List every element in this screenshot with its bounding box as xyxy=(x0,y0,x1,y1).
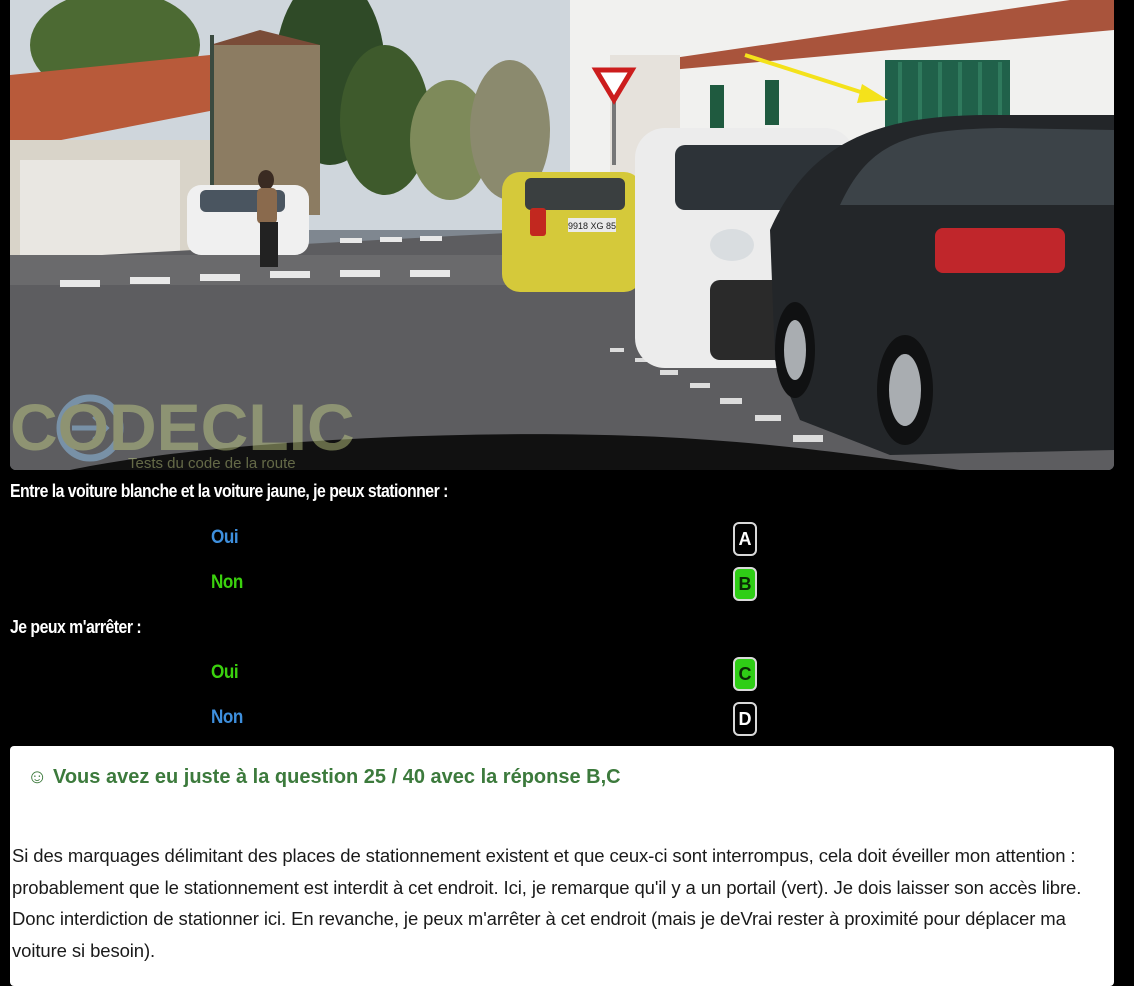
street-scene-image: 9918 XG 85 CODECLIC Tests du code de la … xyxy=(10,0,1114,470)
result-headline: ☺ Vous avez eu juste à la question 25 / … xyxy=(27,766,621,788)
answer-button-d[interactable]: D xyxy=(733,702,757,736)
watermark-tagline: Tests du code de la route xyxy=(128,455,296,470)
codeclic-watermark: CODECLIC Tests du code de la route xyxy=(10,390,355,470)
answer-button-a[interactable]: A xyxy=(733,522,757,556)
question-2-text: Je peux m'arrêter : xyxy=(10,617,142,637)
result-explanation: Si des marquages délimitant des places d… xyxy=(12,845,1082,961)
answer-label-c[interactable]: Oui xyxy=(211,662,239,684)
answer-button-b[interactable]: B xyxy=(733,567,757,601)
result-panel: ☺ Vous avez eu juste à la question 25 / … xyxy=(10,746,1114,986)
answer-label-b[interactable]: Non xyxy=(211,572,243,594)
question-photo: 9918 XG 85 CODECLIC Tests du code de la … xyxy=(10,0,1114,470)
question-1-text: Entre la voiture blanche et la voiture j… xyxy=(10,481,448,501)
answer-button-c[interactable]: C xyxy=(733,657,757,691)
answer-label-a[interactable]: Oui xyxy=(211,527,239,549)
yellow-car-plate: 9918 XG 85 xyxy=(568,221,616,231)
answer-label-d[interactable]: Non xyxy=(211,707,243,729)
watermark-brand: CODECLIC xyxy=(10,390,355,464)
